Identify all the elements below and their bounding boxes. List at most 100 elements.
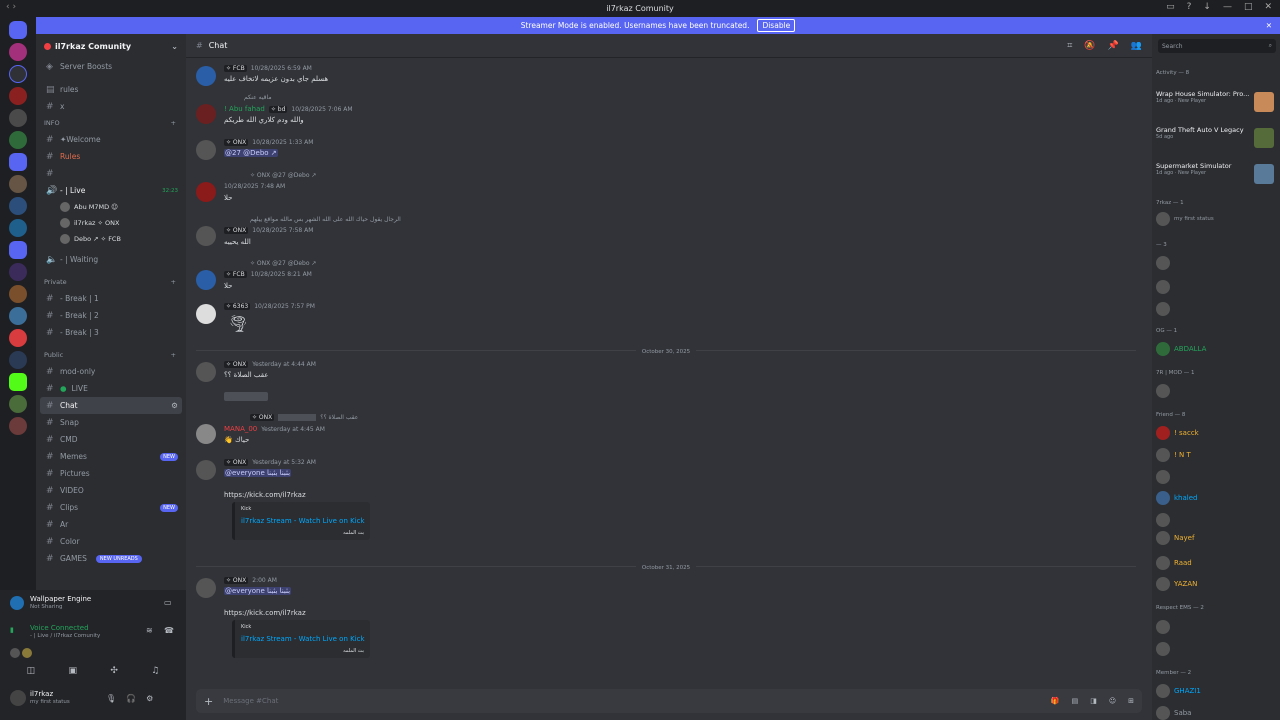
voice-connected-label[interactable]: Voice Connected	[30, 624, 89, 632]
channel-welcome[interactable]: # ✦Welcome	[36, 131, 186, 148]
disable-button[interactable]: Disable	[757, 19, 796, 32]
server-icon[interactable]	[9, 417, 27, 435]
member-row[interactable]	[1156, 640, 1276, 658]
channel-snap[interactable]: # Snap	[36, 414, 186, 431]
user-name[interactable]: il7rkaz	[30, 690, 53, 698]
members-icon[interactable]: 👥	[1131, 41, 1142, 51]
inbox-icon[interactable]: ▭	[1166, 2, 1175, 12]
channel-color[interactable]: # Color	[36, 533, 186, 550]
minimize-button[interactable]: —	[1223, 2, 1232, 12]
help-icon[interactable]: ?	[1187, 2, 1192, 12]
home-icon[interactable]	[9, 21, 27, 39]
activity-card[interactable]: Wrap House Simulator: Pro... 1d ago · New…	[1156, 90, 1276, 114]
message[interactable]: ✧ ONX Yesterday at 5:32 AM @everyone بثبن…	[194, 458, 1134, 558]
kick-link[interactable]: https://kick.com/il7rkaz	[224, 609, 306, 617]
server-icon[interactable]	[9, 241, 27, 259]
gif-icon[interactable]: ▤	[1072, 697, 1079, 705]
plus-icon[interactable]: +	[204, 695, 213, 708]
link-embed[interactable]: Kick il7rkaz Stream - Watch Live on Kick…	[232, 620, 370, 658]
server-boosts[interactable]: ◈ Server Boosts	[36, 58, 186, 75]
username[interactable]: ! Abu fahad	[224, 105, 265, 113]
member-row[interactable]: Nayef	[1156, 529, 1276, 547]
avatar[interactable]	[196, 226, 216, 246]
message[interactable]: ✧ ONX 2:00 AM @everyone بثبنا بثبنا https…	[194, 576, 1134, 676]
member-row[interactable]: Raad	[1156, 554, 1276, 572]
message[interactable]: ✧ ONX عقب الصلاة ؟؟ MANA_00 Yesterday at 4…	[194, 414, 1134, 448]
message[interactable]: ✧ 6363 10/28/2025 7:57 PM 🌪	[194, 302, 1134, 342]
channel-clips[interactable]: # Clips NEW	[36, 499, 186, 516]
category-private[interactable]: Private +	[36, 274, 186, 290]
voice-user[interactable]: il7rkaz ✧ ONX	[36, 215, 186, 231]
message-composer[interactable]: + Message #Chat 🎁 ▤ ◨ ☺ ⊞	[196, 689, 1142, 713]
server-icon[interactable]	[9, 285, 27, 303]
mic-icon[interactable]: 🎙	[106, 694, 116, 703]
close-button[interactable]: ✕	[1264, 2, 1272, 12]
composer-placeholder[interactable]: Message #Chat	[223, 697, 278, 705]
channel-chat[interactable]: # Chat ⚙	[40, 397, 182, 414]
plus-icon[interactable]: +	[171, 119, 176, 127]
message[interactable]: ✧ ONX Yesterday at 4:44 AM عقب الصلاة ؟؟	[194, 360, 1134, 410]
threads-icon[interactable]: ⌗	[1067, 41, 1072, 51]
activities-icon[interactable]: ✣	[110, 666, 118, 676]
gear-icon[interactable]: ⚙	[146, 694, 153, 703]
activity-card[interactable]: Grand Theft Auto V Legacy 5d ago	[1156, 126, 1276, 150]
voice-channel-live[interactable]: 🔊 - | Live 32:23	[36, 182, 186, 199]
server-icon[interactable]	[9, 351, 27, 369]
screen-share-icon[interactable]: ▭	[164, 598, 172, 607]
mention[interactable]: @everyone بثبنا بثبنا	[224, 469, 292, 477]
user-avatar[interactable]	[10, 690, 26, 706]
kick-link[interactable]: https://kick.com/il7rkaz	[224, 491, 306, 499]
server-icon[interactable]	[9, 329, 27, 347]
member-row[interactable]	[1156, 278, 1276, 296]
member-row[interactable]: Saba	[1156, 704, 1276, 720]
message[interactable]: ✧ FCB 10/28/2025 6:59 AM هسلم جاي بدون عز…	[194, 64, 1134, 88]
channel-x[interactable]: # x	[36, 98, 186, 115]
sticker-icon[interactable]: ◨	[1090, 697, 1097, 705]
member-row[interactable]	[1156, 382, 1276, 400]
embed-title[interactable]: il7rkaz Stream - Watch Live on Kick	[241, 517, 365, 525]
kick-server-icon[interactable]	[9, 373, 27, 391]
mention[interactable]: @27 @Debo ↗	[224, 149, 278, 157]
disconnect-icon[interactable]: ☎	[164, 626, 174, 635]
member-row[interactable]: khaled	[1156, 489, 1276, 507]
avatar[interactable]	[196, 182, 216, 202]
server-icon[interactable]	[9, 197, 27, 215]
activity-card[interactable]: Supermarket Simulator 1d ago · New Player	[1156, 162, 1276, 186]
maximize-button[interactable]: □	[1244, 2, 1253, 12]
username[interactable]: MANA_00	[224, 425, 257, 433]
avatar[interactable]	[196, 460, 216, 480]
camera-icon[interactable]: ◫	[27, 666, 36, 676]
soundboard-icon[interactable]: ♫	[151, 666, 159, 676]
noise-icon[interactable]: ≋	[146, 626, 153, 635]
channel-rules2[interactable]: # Rules	[36, 148, 186, 165]
apps-icon[interactable]: ⊞	[1128, 697, 1134, 705]
plus-icon[interactable]: +	[171, 278, 176, 286]
screen-share-icon[interactable]: ▣	[69, 666, 78, 676]
server-icon[interactable]	[9, 153, 27, 171]
avatar[interactable]	[196, 304, 216, 324]
channel-video[interactable]: # VIDEO	[36, 482, 186, 499]
search-input[interactable]: Search ⌕	[1158, 39, 1276, 53]
channel-mod-only[interactable]: # mod-only	[36, 363, 186, 380]
server-icon[interactable]	[9, 395, 27, 413]
channel-games[interactable]: # GAMES NEW UNREADS	[36, 550, 186, 567]
mute-icon[interactable]: 🔕	[1084, 41, 1095, 51]
link-embed[interactable]: Kick il7rkaz Stream - Watch Live on Kick…	[232, 502, 370, 540]
avatar[interactable]	[196, 270, 216, 290]
settings-icon[interactable]: ⚙	[171, 401, 178, 410]
channel-memes[interactable]: # Memes NEW	[36, 448, 186, 465]
pin-icon[interactable]: 📌	[1108, 41, 1119, 51]
tornado-sticker[interactable]: 🌪	[228, 314, 248, 333]
message[interactable]: ✧ ONX @27 @Debo ↗ ✧ FCB 10/28/2025 8:21 A…	[194, 260, 1134, 290]
avatar[interactable]	[196, 66, 216, 86]
avatar[interactable]	[196, 104, 216, 124]
embed-title[interactable]: il7rkaz Stream - Watch Live on Kick	[241, 635, 365, 643]
download-icon[interactable]: ↓	[1203, 2, 1211, 12]
message[interactable]: ماقيه عنكم ! Abu fahad ✧ bd 10/28/2025 7:0…	[194, 94, 1134, 128]
mention[interactable]: @everyone بثبنا بثبنا	[224, 587, 292, 595]
server-icon[interactable]	[9, 175, 27, 193]
member-row[interactable]	[1156, 511, 1276, 529]
close-banner-icon[interactable]: ✕	[1266, 21, 1272, 30]
channel-break3[interactable]: # - Break | 3	[36, 324, 186, 341]
message[interactable]: ✧ ONX 10/28/2025 1:33 AM @27 @Debo ↗	[194, 138, 1134, 162]
